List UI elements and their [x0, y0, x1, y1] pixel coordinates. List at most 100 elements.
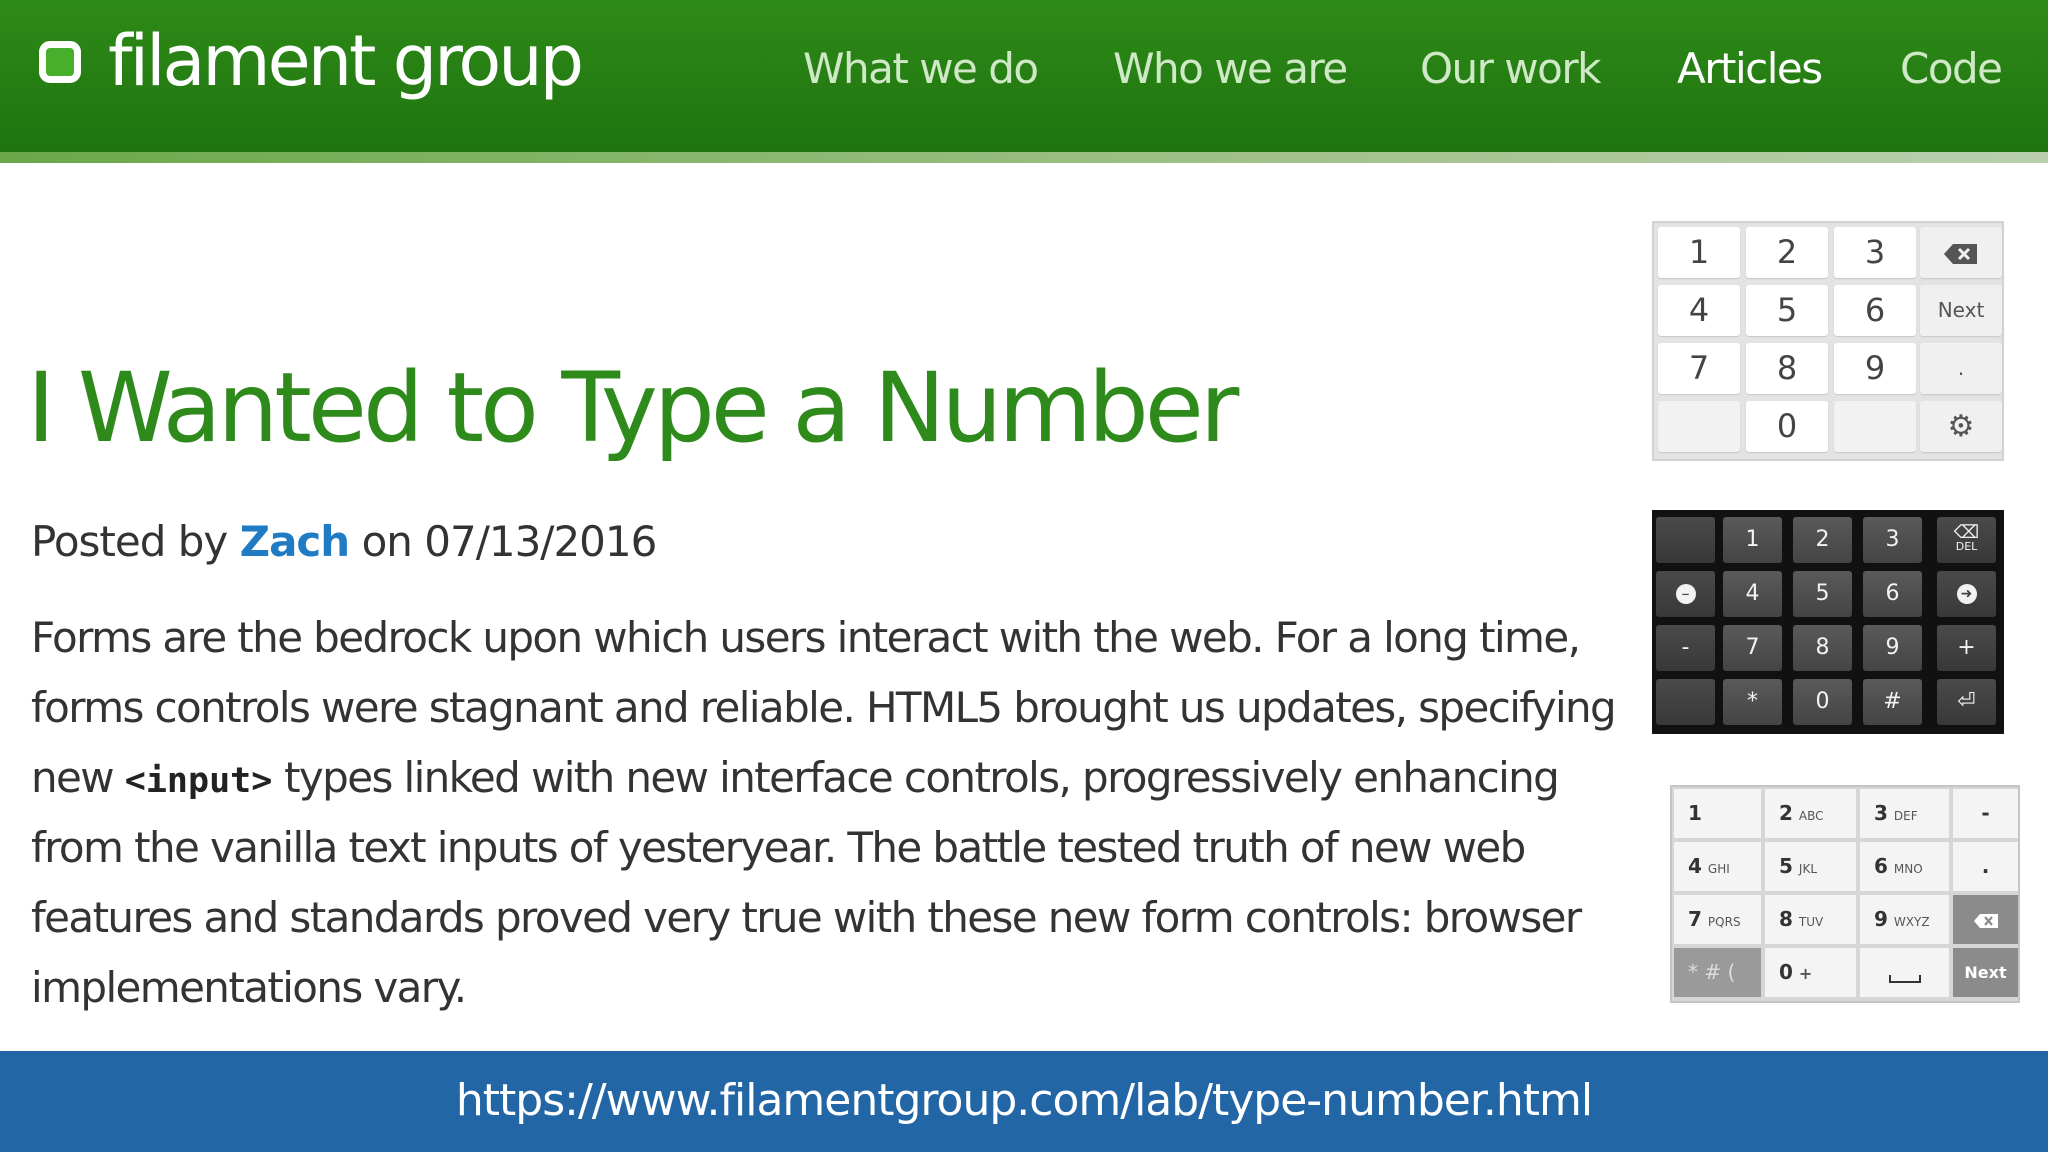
kp1-key-1: 1: [1658, 227, 1740, 278]
kp2-key-blank-2: [1656, 679, 1715, 725]
nav-who-we-are[interactable]: Who we are: [1113, 44, 1348, 94]
kp2-key-left: –: [1656, 571, 1715, 617]
logo-square-icon[interactable]: [39, 41, 81, 83]
kp1-key-next: Next: [1920, 285, 2002, 336]
kp3-key-7: 7 PQRS: [1674, 895, 1761, 944]
phone-keypad-image: 1 2 ABC 3 DEF - 4 GHI 5 JKL 6 MNO . 7 PQRS 8 TU…: [1670, 785, 2020, 1003]
kp3-key-8: 8 TUV: [1765, 895, 1856, 944]
kp3-key-1-digit: 1: [1688, 801, 1702, 825]
kp3-key-5-letters: JKL: [1798, 862, 1818, 876]
delete-icon: ⌫: [1953, 522, 1980, 543]
kp1-key-dot: .: [1920, 343, 2002, 394]
byline: Posted by Zach on 07/13/2016: [31, 512, 657, 572]
kp1-key-6: 6: [1834, 285, 1916, 336]
left-arrow-icon: –: [1675, 584, 1696, 604]
kp2-key-plus: +: [1937, 625, 1996, 671]
kp3-key-5: 5 JKL: [1765, 842, 1856, 891]
author-link[interactable]: Zach: [240, 517, 351, 566]
kp1-key-5: 5: [1746, 285, 1828, 336]
kp1-key-2: 2: [1746, 227, 1828, 278]
kp3-key-7-digit: 7: [1688, 907, 1702, 931]
kp2-key-0: 0: [1793, 679, 1852, 725]
nav-our-work[interactable]: Our work: [1420, 44, 1601, 94]
kp3-key-8-letters: TUV: [1798, 915, 1824, 929]
article-url[interactable]: https://www.filamentgroup.com/lab/type-n…: [0, 1069, 2048, 1133]
body-line-2: forms controls were stagnant and reliabl…: [31, 683, 1617, 732]
kp1-key-7: 7: [1658, 343, 1740, 394]
space-icon: [1888, 974, 1921, 983]
nav-what-we-do[interactable]: What we do: [803, 44, 1039, 94]
enter-icon: ⏎: [1957, 689, 1976, 714]
url-banner: https://www.filamentgroup.com/lab/type-n…: [0, 1051, 2048, 1152]
byline-prefix: Posted by: [31, 517, 228, 566]
byline-mid: on: [361, 517, 413, 566]
post-date: 07/13/2016: [424, 517, 657, 566]
kp3-key-5-digit: 5: [1779, 854, 1793, 878]
kp1-key-8: 8: [1746, 343, 1828, 394]
kp3-key-symbols: * # (: [1674, 948, 1761, 997]
kp1-key-4: 4: [1658, 285, 1740, 336]
kp2-key-right: ➜: [1937, 571, 1996, 617]
header-stripe: [0, 152, 2048, 163]
nav-articles[interactable]: Articles: [1677, 44, 1823, 94]
body-line-3: new <input> types linked with new interf…: [31, 748, 1560, 808]
kp1-key-settings: ⚙: [1920, 401, 2002, 452]
kp3-key-9-letters: WXYZ: [1893, 915, 1930, 929]
backspace-icon: [1973, 913, 1998, 928]
kp3-key-2: 2 ABC: [1765, 789, 1856, 838]
kp3-key-4-digit: 4: [1688, 854, 1702, 878]
kp3-key-2-digit: 2: [1779, 801, 1793, 825]
kp2-key-1: 1: [1723, 517, 1782, 563]
light-numeric-keypad-image: 1 2 3 4 5 6 Next 7 8 9 . 0 ⚙: [1652, 221, 2004, 461]
kp2-key-6: 6: [1863, 571, 1922, 617]
kp3-key-3-letters: DEF: [1893, 809, 1918, 823]
kp2-key-enter: ⏎: [1937, 679, 1996, 725]
kp3-key-0-digit: 0: [1779, 960, 1793, 984]
kp3-key-6-letters: MNO: [1893, 862, 1923, 876]
gear-icon: ⚙: [1947, 409, 1975, 444]
kp1-key-blank-left: [1658, 401, 1740, 452]
body-line-4: from the vanilla text inputs of yesterye…: [31, 823, 1526, 872]
kp2-key-5: 5: [1793, 571, 1852, 617]
nav-code[interactable]: Code: [1900, 44, 2003, 94]
kp3-key-space: [1860, 948, 1949, 997]
kp2-del-label: DEL: [1955, 540, 1978, 553]
right-arrow-icon: ➜: [1956, 584, 1977, 604]
kp2-key-minus: -: [1656, 625, 1715, 671]
kp2-key-3: 3: [1863, 517, 1922, 563]
kp3-key-7-letters: PQRS: [1707, 915, 1741, 929]
kp3-key-3: 3 DEF: [1860, 789, 1949, 838]
kp2-key-2: 2: [1793, 517, 1852, 563]
backspace-icon: [1944, 243, 1977, 264]
kp3-key-0: 0 +: [1765, 948, 1856, 997]
kp3-key-4-letters: GHI: [1707, 862, 1730, 876]
kp3-key-6: 6 MNO: [1860, 842, 1949, 891]
body-line-3-prefix: new: [31, 753, 115, 802]
body-line-1: Forms are the bedrock upon which users i…: [31, 613, 1581, 662]
kp2-key-blank-1: [1656, 517, 1715, 563]
kp2-key-8: 8: [1793, 625, 1852, 671]
kp1-key-backspace: [1920, 227, 2002, 278]
kp2-key-del: ⌫ DEL: [1937, 517, 1996, 563]
kp3-key-3-digit: 3: [1874, 801, 1888, 825]
kp1-key-3: 3: [1834, 227, 1916, 278]
kp3-key-9: 9 WXYZ: [1860, 895, 1949, 944]
kp3-key-0-letters: +: [1798, 964, 1813, 983]
kp2-key-9: 9: [1863, 625, 1922, 671]
site-header: filament group What we do Who we are Our…: [0, 0, 2048, 152]
kp3-key-9-digit: 9: [1874, 907, 1888, 931]
kp3-key-backspace: [1953, 895, 2018, 944]
body-line-5: features and standards proved very true …: [31, 893, 1582, 942]
kp3-key-8-digit: 8: [1779, 907, 1793, 931]
kp1-key-9: 9: [1834, 343, 1916, 394]
logo-text[interactable]: filament group: [108, 16, 584, 106]
kp3-key-2-letters: ABC: [1798, 809, 1824, 823]
kp2-key-7: 7: [1723, 625, 1782, 671]
kp3-key-next: Next: [1953, 948, 2018, 997]
kp2-key-star: *: [1723, 679, 1782, 725]
kp3-key-6-digit: 6: [1874, 854, 1888, 878]
body-line-3-rest: types linked with new interface controls…: [284, 753, 1560, 802]
kp1-key-0: 0: [1746, 401, 1828, 452]
kp3-key-1: 1: [1674, 789, 1761, 838]
kp3-key-4: 4 GHI: [1674, 842, 1761, 891]
